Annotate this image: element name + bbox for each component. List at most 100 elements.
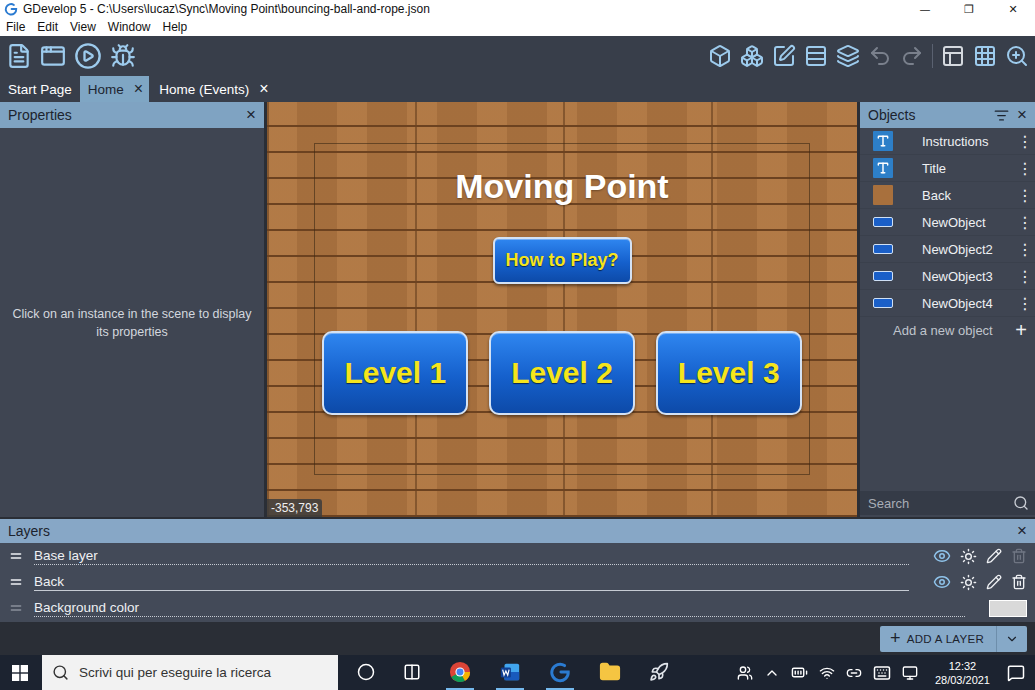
add-layer-button[interactable]: +ADD A LAYER (880, 626, 1027, 652)
file-explorer-icon[interactable] (599, 661, 621, 683)
editor-tabs: Start PageHome×Home (Events)× (0, 76, 1035, 102)
scene-canvas[interactable]: Moving Point How to Play? Level 1Level 2Le… (267, 102, 857, 517)
add-object-row[interactable]: Add a new object+ (860, 317, 1035, 344)
wifi-icon[interactable] (819, 665, 835, 681)
object-menu-button[interactable]: ⋮ (1017, 186, 1029, 205)
object-row[interactable]: NewObject2⋮ (860, 236, 1035, 263)
display-icon[interactable] (902, 665, 918, 681)
debugger-bug-icon[interactable] (110, 43, 136, 69)
panel-header: Objects× (860, 102, 1035, 128)
layer-row[interactable]: Base layer (0, 543, 1035, 569)
people-icon[interactable] (737, 665, 753, 681)
object-menu-button[interactable]: ⋮ (1017, 267, 1029, 286)
window-mask-icon[interactable] (941, 44, 965, 68)
background-color-swatch[interactable] (989, 600, 1027, 617)
button-object-thumbnail-icon (873, 298, 893, 308)
search-icon (52, 664, 69, 681)
scene-button-instance[interactable]: Level 2 (489, 331, 635, 415)
object-row[interactable]: NewObject⋮ (860, 209, 1035, 236)
gdevelop-taskbar-icon (549, 661, 571, 683)
object-row[interactable]: Instructions⋮ (860, 128, 1035, 155)
menu-item[interactable]: Window (102, 20, 157, 34)
object-search-input[interactable] (866, 495, 1009, 512)
menu-item[interactable]: Edit (31, 20, 64, 34)
panel-close-button[interactable]: × (246, 105, 256, 125)
tab-close-button[interactable]: × (259, 80, 268, 98)
instances-list-icon[interactable] (804, 44, 828, 68)
menu-bar: FileEditViewWindowHelp (0, 18, 1035, 36)
object-row[interactable]: Title⋮ (860, 155, 1035, 182)
scene-button-instance[interactable]: How to Play? (493, 237, 632, 284)
editor-tab[interactable]: Home (Events)× (151, 76, 274, 102)
cortana-icon[interactable] (357, 663, 375, 681)
delete-trash-icon[interactable] (1011, 548, 1027, 564)
lighting-icon[interactable] (960, 574, 977, 591)
object-row[interactable]: Back⋮ (860, 182, 1035, 209)
sprite-object-thumbnail-icon (873, 185, 893, 205)
window-title: GDevelop 5 - C:\Users\lucaz\Sync\Moving … (23, 2, 903, 16)
open-project-icon[interactable] (40, 43, 66, 69)
preview-play-icon[interactable] (74, 42, 102, 70)
object-menu-button[interactable]: ⋮ (1017, 240, 1029, 259)
edit-pencil-icon[interactable] (986, 548, 1002, 564)
properties-panel-icon[interactable] (772, 44, 796, 68)
battery-icon[interactable] (791, 664, 808, 681)
filter-icon[interactable] (994, 108, 1009, 123)
layer-row[interactable]: Back (0, 569, 1035, 595)
scene-title-instance[interactable]: Moving Point (455, 166, 668, 206)
layers-panel-icon[interactable] (836, 44, 860, 68)
project-manager-icon[interactable] (6, 43, 32, 69)
drag-handle-icon[interactable] (8, 600, 24, 616)
taskbar-search[interactable]: Scrivi qui per eseguire la ricerca (42, 655, 338, 690)
chrome-icon[interactable] (449, 661, 471, 683)
object-row[interactable]: NewObject3⋮ (860, 263, 1035, 290)
properties-empty-text: Click on an instance in the scene to dis… (0, 128, 264, 517)
panel-close-button[interactable]: × (1017, 105, 1027, 125)
menu-item[interactable]: Help (157, 20, 194, 34)
scene-button-instance[interactable]: Level 1 (322, 331, 468, 415)
undo-icon[interactable] (868, 44, 892, 68)
show-hidden-icon[interactable] (764, 665, 780, 681)
delete-trash-icon[interactable] (1011, 574, 1027, 590)
visibility-eye-icon[interactable] (933, 573, 951, 591)
editor-tab[interactable]: Start Page (0, 76, 78, 102)
add-layer-dropdown[interactable] (996, 626, 1027, 652)
lighting-icon[interactable] (960, 548, 977, 565)
layer-row[interactable]: Background color (0, 595, 1035, 621)
drag-handle-icon[interactable] (8, 548, 24, 564)
object-menu-button[interactable]: ⋮ (1017, 294, 1029, 313)
object-row[interactable]: NewObject4⋮ (860, 290, 1035, 317)
menu-item[interactable]: View (64, 20, 102, 34)
object-menu-button[interactable]: ⋮ (1017, 132, 1029, 151)
task-view-icon[interactable] (403, 663, 421, 681)
network-link-icon[interactable] (846, 665, 862, 681)
objects-panel-icon[interactable] (708, 44, 732, 68)
menu-item[interactable]: File (0, 20, 31, 34)
drag-handle-icon[interactable] (8, 574, 24, 590)
scene-button-instance[interactable]: Level 3 (656, 331, 802, 415)
visibility-eye-icon[interactable] (933, 547, 951, 565)
button-object-thumbnail-icon (873, 217, 893, 227)
redo-icon[interactable] (900, 44, 924, 68)
rocket-app-icon[interactable] (649, 662, 669, 682)
taskbar-clock[interactable]: 12:3228/03/2021 (935, 659, 990, 687)
cursor-coordinates: -353,793 (267, 499, 322, 517)
object-menu-button[interactable]: ⋮ (1017, 213, 1029, 232)
keyboard-icon[interactable] (873, 664, 891, 682)
object-groups-icon[interactable] (740, 44, 764, 68)
zoom-reset-icon[interactable] (1005, 44, 1029, 68)
notifications-icon[interactable] (1007, 664, 1025, 682)
editor-tab[interactable]: Home× (80, 76, 149, 102)
add-layer-bar: +ADD A LAYER (0, 622, 1035, 655)
windows-start-icon[interactable] (12, 665, 28, 681)
window-control-button[interactable]: — (903, 3, 947, 16)
toolbar (0, 36, 1035, 76)
window-control-button[interactable]: ✕ (991, 3, 1035, 16)
edit-pencil-icon[interactable] (986, 574, 1002, 590)
panel-close-button[interactable]: × (1017, 521, 1027, 541)
object-menu-button[interactable]: ⋮ (1017, 159, 1029, 178)
tab-close-button[interactable]: × (134, 80, 143, 98)
window-control-button[interactable]: ❐ (947, 3, 991, 16)
grid-icon[interactable] (973, 44, 997, 68)
word-icon[interactable] (499, 661, 521, 683)
